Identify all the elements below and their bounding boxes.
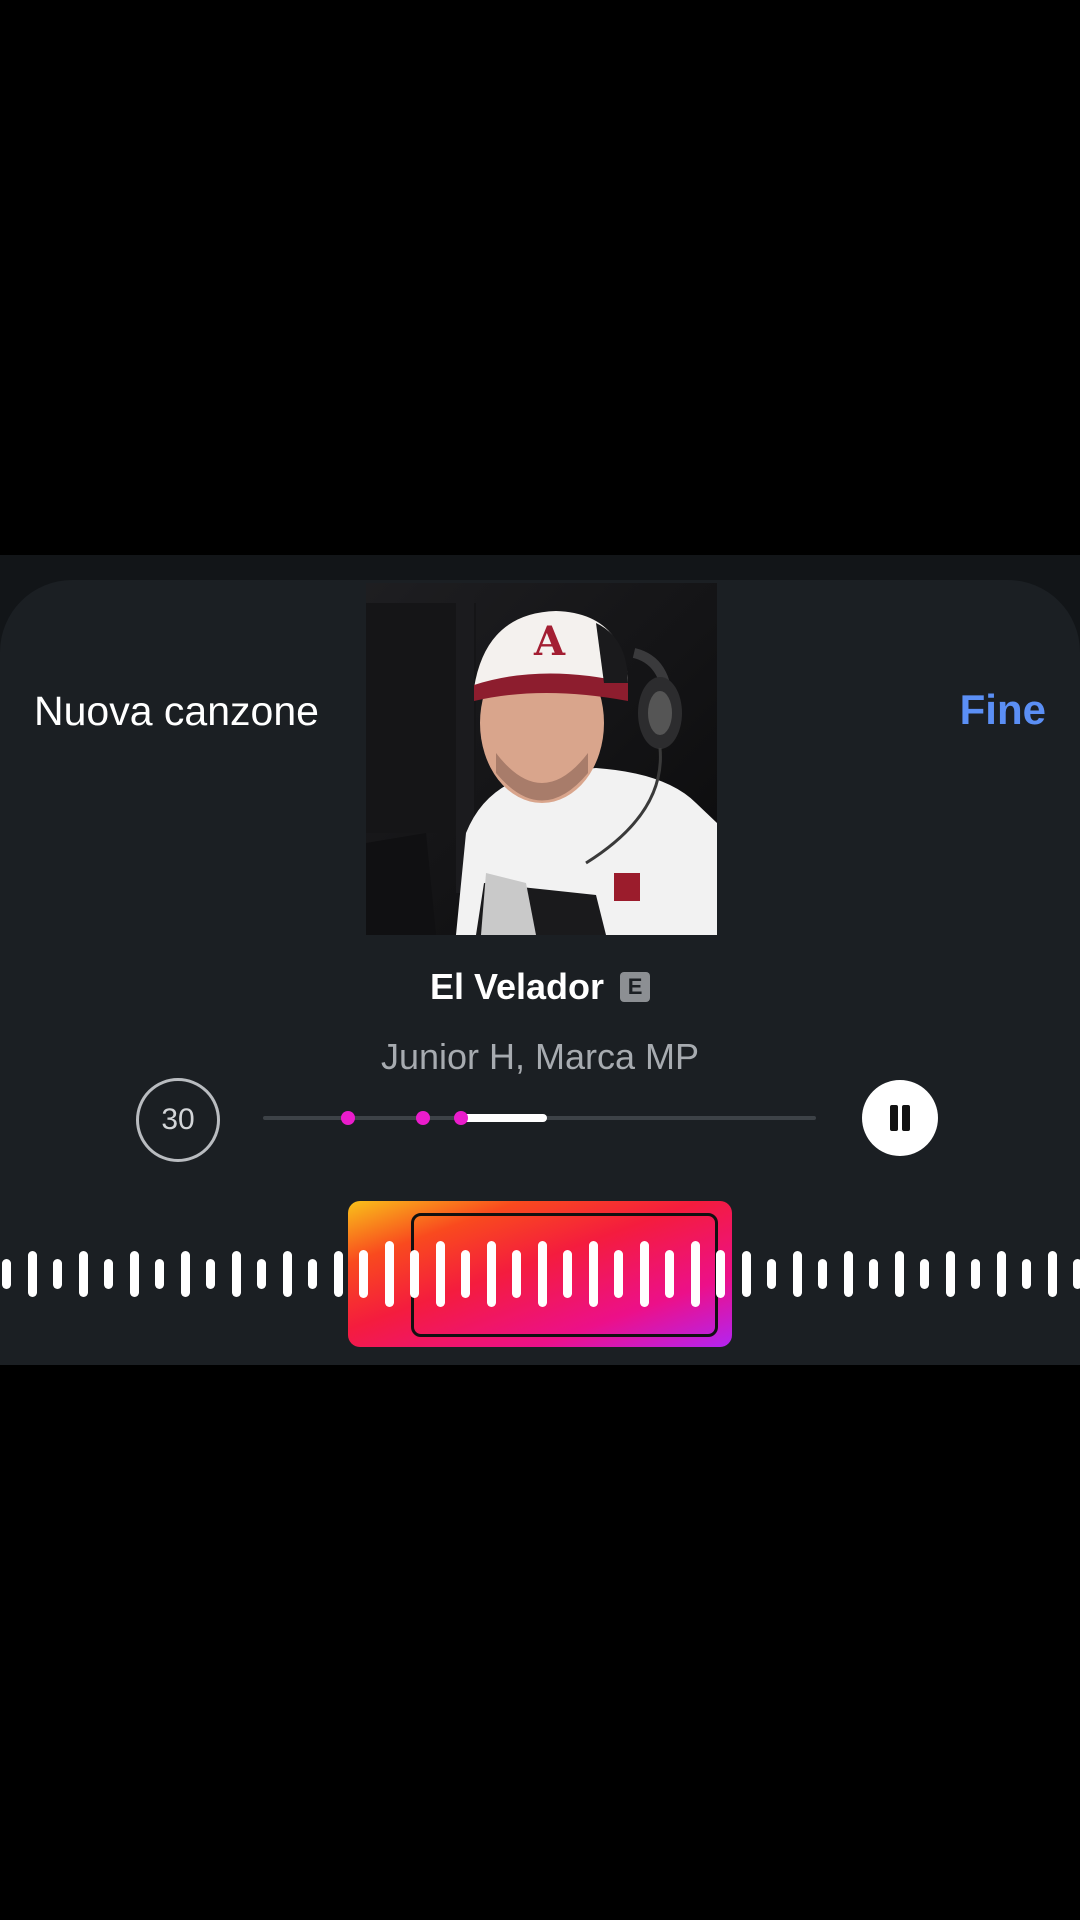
waveform-bar: [435, 1241, 445, 1307]
artist-name: Junior H, Marca MP: [380, 1036, 700, 1077]
playback-scrubber[interactable]: [263, 1111, 816, 1125]
waveform-bar: [614, 1250, 623, 1298]
scrubber-marker: [341, 1111, 355, 1125]
waveform-bar: [588, 1241, 598, 1307]
waveform-bar: [639, 1241, 649, 1307]
song-title-row: El Velador E: [0, 966, 1080, 1008]
screen: Nuova canzone Fine A El Velador E Junior…: [0, 0, 1080, 1920]
scrubber-marker: [416, 1111, 430, 1125]
explicit-badge: E: [620, 972, 651, 1002]
waveform-bar: [563, 1250, 572, 1298]
waveform-bar: [410, 1250, 419, 1298]
new-song-label: Nuova canzone: [34, 688, 319, 734]
clip-duration-button[interactable]: 30: [136, 1078, 220, 1162]
song-title: El Velador: [429, 966, 605, 1007]
waveform-selected: [0, 1200, 1080, 1348]
album-cover-art: A: [366, 583, 717, 935]
waveform-bar: [486, 1241, 496, 1307]
album-cover: A: [366, 583, 717, 935]
waveform-bar: [690, 1241, 700, 1307]
done-button[interactable]: Fine: [960, 686, 1046, 734]
svg-text:A: A: [533, 618, 566, 665]
waveform-bar: [716, 1250, 725, 1298]
scrubber-progress: [459, 1114, 547, 1122]
waveform-bar: [359, 1250, 368, 1298]
waveform-bar: [512, 1250, 521, 1298]
waveform-bar: [537, 1241, 547, 1307]
waveform-bar: [665, 1250, 674, 1298]
waveform-bar: [384, 1241, 394, 1307]
scrubber-marker: [454, 1111, 468, 1125]
pause-button[interactable]: [862, 1080, 938, 1156]
waveform-bar: [461, 1250, 470, 1298]
